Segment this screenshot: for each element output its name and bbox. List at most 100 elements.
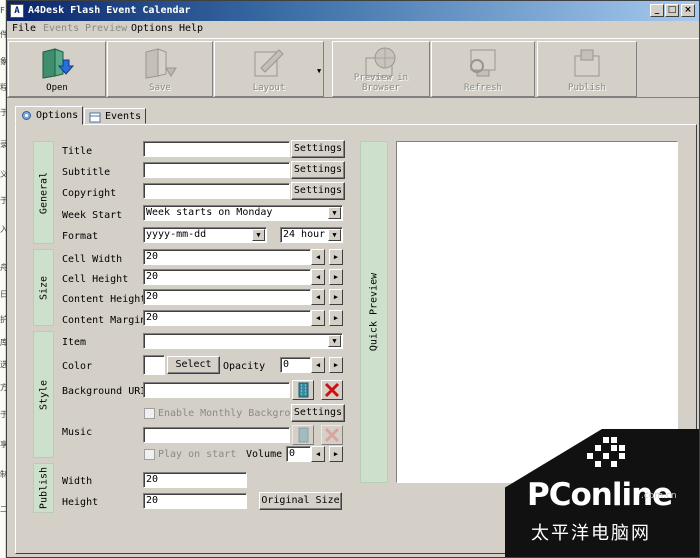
music-input[interactable] xyxy=(143,427,290,443)
original-size-button[interactable]: Original Size xyxy=(259,492,342,510)
monthly-background-settings-button[interactable]: Settings xyxy=(291,404,345,422)
preview-in-browser-label: Preview in Browser xyxy=(353,73,409,93)
close-button[interactable]: × xyxy=(681,4,695,17)
refresh-button[interactable]: Refresh xyxy=(431,41,535,97)
watermark-domain: .com.cn xyxy=(641,491,677,501)
open-button[interactable]: Open xyxy=(8,41,106,97)
hour-format-value: 24 hour xyxy=(283,229,326,240)
color-label: Color xyxy=(62,361,93,372)
cell-width-input[interactable]: 20 xyxy=(143,249,311,265)
volume-label: Volume xyxy=(246,449,283,460)
menu-file[interactable]: File xyxy=(12,23,36,34)
subtitle-settings-button[interactable]: Settings xyxy=(291,161,345,179)
subtitle-input[interactable] xyxy=(143,162,290,178)
chevron-down-icon[interactable]: ▼ xyxy=(328,207,341,219)
folder-open-icon xyxy=(42,48,75,79)
title-label: Title xyxy=(62,146,93,157)
refresh-label: Refresh xyxy=(464,83,502,93)
background-uri-input[interactable] xyxy=(143,382,290,398)
layout-dropdown-arrow-icon[interactable]: ▼ xyxy=(317,67,321,75)
publish-height-input[interactable]: 20 xyxy=(143,493,247,509)
film-icon xyxy=(298,382,309,398)
copyright-settings-button[interactable]: Settings xyxy=(291,182,345,200)
publish-width-input[interactable]: 20 xyxy=(143,472,247,488)
week-start-select[interactable]: Week starts on Monday ▼ xyxy=(143,205,343,221)
opacity-decrease-icon[interactable]: ◀ xyxy=(311,357,325,373)
date-format-select[interactable]: yyyy-mm-dd ▼ xyxy=(143,227,267,243)
quick-preview-bar: Quick Preview xyxy=(360,141,388,483)
select-color-button[interactable]: Select xyxy=(167,356,220,374)
content-margin-decrease-icon[interactable]: ◀ xyxy=(311,310,325,326)
menu-preview[interactable]: Preview xyxy=(85,23,127,34)
volume-input[interactable]: 0 xyxy=(286,446,311,462)
content-height-increase-icon[interactable]: ▶ xyxy=(329,289,343,305)
clear-music-button[interactable] xyxy=(321,425,343,445)
clear-background-button[interactable] xyxy=(321,380,343,400)
events-tab-icon xyxy=(89,112,101,123)
menu-help[interactable]: Help xyxy=(179,23,203,34)
cell-width-increase-icon[interactable]: ▶ xyxy=(329,249,343,265)
browse-background-button[interactable] xyxy=(292,380,314,400)
cell-height-decrease-icon[interactable]: ◀ xyxy=(311,269,325,285)
chevron-down-icon[interactable]: ▼ xyxy=(328,229,341,241)
hour-format-select[interactable]: 24 hour ▼ xyxy=(280,227,343,243)
play-on-start-label: Play on start xyxy=(158,449,237,460)
menu-events[interactable]: Events xyxy=(43,23,79,34)
watermark-chinese: 太平洋电脑网 xyxy=(531,523,651,544)
play-on-start-checkbox[interactable] xyxy=(144,449,155,460)
browse-music-button[interactable] xyxy=(292,425,314,445)
copyright-label: Copyright xyxy=(62,188,117,199)
group-style-label: Style xyxy=(38,379,49,410)
publish-button[interactable]: Publish xyxy=(537,41,637,97)
background-uri-label: Background URI xyxy=(62,386,147,397)
cell-width-label: Cell Width xyxy=(62,254,123,265)
music-label: Music xyxy=(62,427,93,438)
group-size-label: Size xyxy=(38,275,49,300)
preview-in-browser-button[interactable]: Preview in Browser xyxy=(332,41,430,97)
week-start-label: Week Start xyxy=(62,210,123,221)
group-style: Style xyxy=(33,331,54,458)
group-publish-label: Publish xyxy=(38,466,49,510)
opacity-input[interactable]: 0 xyxy=(280,357,311,373)
save-button[interactable]: Save xyxy=(107,41,213,97)
content-margin-input[interactable]: 20 xyxy=(143,310,311,326)
menu-bar: File Events Preview Options Help xyxy=(7,21,699,38)
cell-height-increase-icon[interactable]: ▶ xyxy=(329,269,343,285)
menu-options[interactable]: Options xyxy=(131,23,173,34)
opacity-increase-icon[interactable]: ▶ xyxy=(329,357,343,373)
date-format-value: yyyy-mm-dd xyxy=(146,229,207,240)
content-height-input[interactable]: 20 xyxy=(143,289,311,305)
title-bar[interactable]: A A4Desk Flash Event Calendar _ □ × xyxy=(7,1,699,21)
layout-button[interactable]: Layout xyxy=(214,41,324,97)
app-window: A A4Desk Flash Event Calendar _ □ × File… xyxy=(6,0,700,558)
save-folder-icon xyxy=(145,48,177,79)
maximize-button[interactable]: □ xyxy=(665,4,679,17)
format-label: Format xyxy=(62,231,99,242)
opacity-label: Opacity xyxy=(223,361,266,372)
content-margin-increase-icon[interactable]: ▶ xyxy=(329,310,343,326)
title-input[interactable] xyxy=(143,141,290,157)
content-margin-label: Content Margin xyxy=(62,315,147,326)
enable-monthly-background-checkbox[interactable] xyxy=(144,408,155,419)
enable-monthly-background-label: Enable Monthly Background xyxy=(158,408,309,419)
tab-events[interactable]: Events xyxy=(84,108,146,124)
film-icon xyxy=(298,427,309,443)
chevron-down-icon[interactable]: ▼ xyxy=(252,229,265,241)
group-size: Size xyxy=(33,249,54,326)
red-x-icon xyxy=(324,427,340,443)
layout-hand-icon xyxy=(254,49,284,77)
color-swatch[interactable] xyxy=(143,355,165,375)
content-height-decrease-icon[interactable]: ◀ xyxy=(311,289,325,305)
item-select[interactable]: ▼ xyxy=(143,333,343,349)
cell-width-decrease-icon[interactable]: ◀ xyxy=(311,249,325,265)
volume-decrease-icon[interactable]: ◀ xyxy=(311,446,325,462)
copyright-input[interactable] xyxy=(143,183,290,199)
minimize-button[interactable]: _ xyxy=(650,4,664,17)
cell-height-input[interactable]: 20 xyxy=(143,269,311,285)
tab-events-label: Events xyxy=(105,111,142,122)
quick-preview-label: Quick Preview xyxy=(368,272,380,352)
title-settings-button[interactable]: Settings xyxy=(291,140,345,158)
volume-increase-icon[interactable]: ▶ xyxy=(329,446,343,462)
chevron-down-icon[interactable]: ▼ xyxy=(328,335,341,347)
tab-options[interactable]: Options xyxy=(15,106,83,125)
